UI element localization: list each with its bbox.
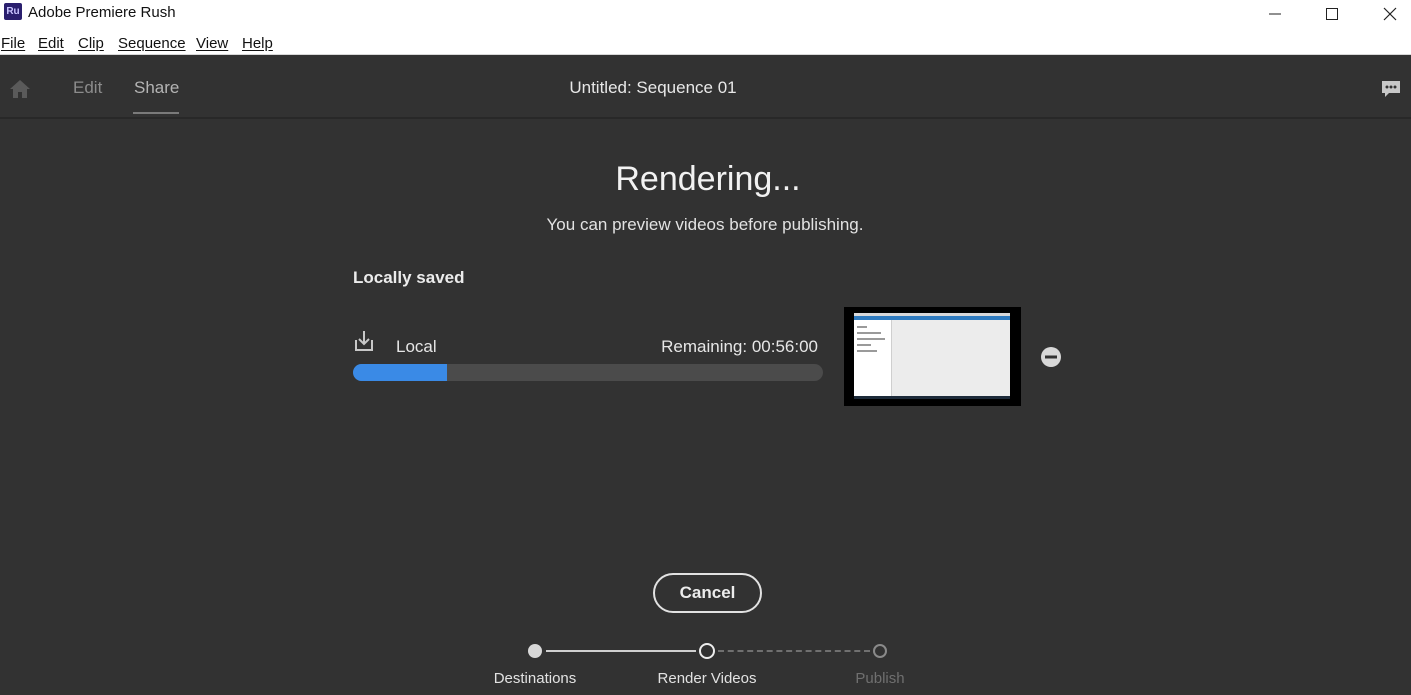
rendering-subheading: You can preview videos before publishing… <box>546 215 864 234</box>
minimize-button[interactable] <box>1246 0 1304 28</box>
video-preview-thumbnail[interactable] <box>844 307 1021 406</box>
cancel-button[interactable]: Cancel <box>653 573 762 613</box>
step-label-render-videos: Render Videos <box>657 670 757 687</box>
window-title: Adobe Premiere Rush <box>28 4 176 21</box>
step-label-destinations: Destinations <box>493 670 577 687</box>
step-dot-destinations <box>528 644 542 658</box>
step-connector <box>718 650 870 652</box>
menu-sequence[interactable]: Sequence <box>118 35 186 52</box>
menu-file[interactable]: File <box>1 35 25 52</box>
render-progress-bar <box>353 364 823 381</box>
remove-destination-button[interactable] <box>1040 346 1062 368</box>
menu-view[interactable]: View <box>196 35 228 52</box>
feedback-button[interactable] <box>1380 78 1402 100</box>
progress-stepper: Destinations Render Videos Publish <box>0 640 1411 695</box>
menu-bar: File Edit Clip Sequence View Help <box>0 30 1411 55</box>
minimize-icon <box>1269 13 1281 15</box>
sequence-title: Untitled: Sequence 01 <box>569 78 737 97</box>
maximize-icon <box>1326 8 1338 20</box>
menu-help[interactable]: Help <box>242 35 273 52</box>
close-icon <box>1383 7 1397 21</box>
step-dot-publish <box>873 644 887 658</box>
menu-edit[interactable]: Edit <box>38 35 64 52</box>
active-tab-indicator <box>133 112 179 114</box>
app-header: Edit Share Untitled: Sequence 01 <box>0 56 1411 119</box>
rendering-heading: Rendering... <box>615 160 801 198</box>
step-label-publish: Publish <box>855 670 905 687</box>
title-bar: Ru Adobe Premiere Rush <box>0 0 1411 30</box>
step-dot-render-videos <box>699 643 715 659</box>
maximize-button[interactable] <box>1303 0 1361 28</box>
section-title: Locally saved <box>353 268 465 287</box>
app-logo-icon: Ru <box>4 3 22 20</box>
render-progress-fill <box>353 364 447 381</box>
destination-name: Local <box>396 337 437 356</box>
remaining-time: Remaining: 00:56:00 <box>661 337 818 356</box>
download-icon <box>353 330 375 352</box>
chat-icon <box>1382 81 1400 97</box>
menu-clip[interactable]: Clip <box>78 35 104 52</box>
close-button[interactable] <box>1361 0 1411 28</box>
step-connector <box>546 650 696 652</box>
remove-icon <box>1041 347 1061 367</box>
